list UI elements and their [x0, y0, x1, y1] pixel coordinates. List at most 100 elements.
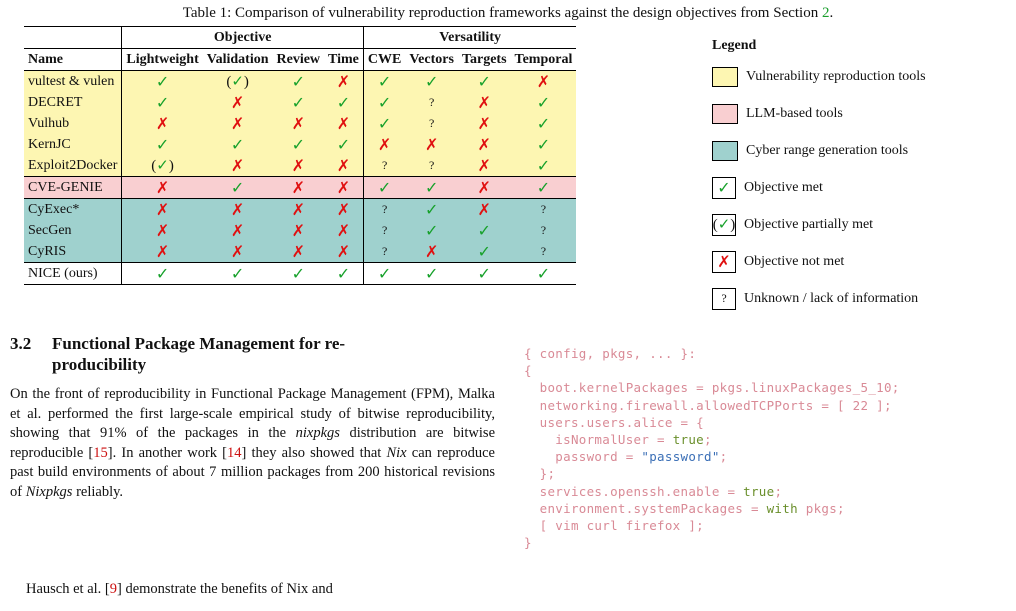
col-header-review: Review [272, 48, 325, 71]
table-cell: ✗ [510, 70, 577, 92]
table-cell: ✓ [405, 198, 458, 220]
cross-icon: ✗ [336, 155, 351, 175]
check-icon: ✓ [230, 263, 245, 283]
legend-swatch [712, 103, 738, 124]
table-cell: ✗ [272, 176, 325, 199]
cross-icon: ✗ [477, 92, 491, 112]
table-cell: ✗ [457, 176, 511, 199]
table-row: Exploit2Docker (✓) ✗ ✗ ✗?? ✗ ✓ [24, 155, 577, 177]
table-cell: ✗ [272, 155, 325, 177]
section-number: 3.2 [10, 334, 32, 353]
table-cell: (✓) [121, 155, 203, 177]
legend-item: Cyber range generation tools [712, 138, 926, 163]
table-row: KernJC ✓ ✓ ✓ ✓ ✗ ✗ ✗ ✓ [24, 134, 577, 155]
legend-label: Objective met [744, 179, 823, 195]
table-cell: ✗ [324, 220, 364, 241]
table-cell: ✗ [363, 134, 406, 155]
table-cell: ✗ [202, 113, 273, 134]
cross-icon: ✗ [291, 199, 305, 219]
legend-label: Unknown / lack of information [744, 290, 919, 306]
table-cell: ✗ [324, 198, 364, 220]
table-cell: ✓ [510, 155, 577, 177]
legend-label: Vulnerability reproduction tools [746, 68, 926, 84]
check-icon: ✓ [477, 263, 491, 283]
check-icon: ✓ [717, 178, 731, 197]
cross-icon: ✗ [230, 241, 245, 261]
unknown-icon: ? [540, 201, 547, 216]
cross-icon: ✗ [477, 155, 491, 175]
table-cell: ✗ [272, 241, 325, 263]
paragraph-hausch: Hausch et al. [9] demonstrate the benefi… [10, 580, 495, 600]
cross-icon: ✗ [377, 134, 392, 154]
table-cell: ? [363, 198, 406, 220]
cross-icon: ✗ [336, 241, 351, 261]
table-cell: ✗ [457, 155, 511, 177]
para-text: ] they also showed that [241, 444, 387, 461]
check-icon: ✓ [377, 92, 392, 112]
table-cell: ✓ [405, 262, 458, 285]
table-cell: ✓ [510, 113, 577, 134]
table-cell: ? [510, 220, 577, 241]
para-italic-nixpkgs: Nixpkgs [25, 483, 73, 500]
cross-icon: ✗ [336, 220, 351, 240]
citation-link[interactable]: 15 [93, 445, 108, 461]
citation-link[interactable]: 14 [227, 445, 242, 461]
check-icon: ✓ [477, 71, 491, 91]
row-name: vultest & vulen [24, 70, 123, 92]
table-cell: ✓ [363, 70, 406, 92]
table-body: vultest & vulen ✓ (✓) ✓ ✗ ✓ ✓ ✓ ✗ DECRET ✓ ✗ ✓ ✓ ✓? ✗ ✓ V… [24, 70, 577, 285]
table-cell: ? [405, 155, 458, 177]
table-cell: ✗ [202, 220, 273, 241]
legend-item: ✗ Objective not met [712, 249, 926, 274]
table-row: DECRET ✓ ✗ ✓ ✓ ✓? ✗ ✓ [24, 92, 577, 113]
table-cell: ? [363, 155, 406, 177]
table-cell: ✓ [457, 241, 511, 263]
legend-item: (✓) Objective partially met [712, 212, 926, 237]
table-cell: ✗ [457, 92, 511, 113]
check-icon: ✓ [377, 113, 392, 133]
table-cell: ✗ [457, 198, 511, 220]
check-icon: ✓ [536, 113, 551, 133]
unknown-icon: ? [428, 94, 435, 109]
table-row: vultest & vulen ✓ (✓) ✓ ✗ ✓ ✓ ✓ ✗ [24, 70, 577, 92]
col-header-targets: Targets [457, 48, 511, 71]
nix-code-listing: { config, pkgs, ... }: { boot.kernelPacka… [524, 345, 900, 551]
group-header-objective: Objective [121, 26, 364, 49]
table-cell: ✓ [457, 262, 511, 285]
unknown-icon: ? [540, 222, 547, 237]
cross-icon: ✗ [230, 92, 245, 112]
table-cell: ✓ [363, 92, 406, 113]
cross-icon: ✗ [477, 177, 491, 197]
check-icon: ✓ [536, 177, 551, 197]
legend-swatch [712, 140, 738, 161]
table-caption: Table 1: Comparison of vulnerability rep… [0, 4, 1016, 22]
legend-swatch [712, 66, 738, 87]
section-title-line1: Functional Package Management for re- [52, 334, 346, 353]
section-heading: 3.2 Functional Package Management for re-… [10, 333, 495, 375]
code-line: boot.kernelPackages = pkgs.linuxPackages… [524, 380, 900, 396]
cross-icon: ✗ [717, 252, 731, 271]
cross-icon: ✗ [336, 199, 351, 219]
table-cell: ✓ [121, 92, 203, 113]
table-cell: ✗ [324, 70, 364, 92]
cross-icon: ✗ [155, 177, 170, 197]
table-cell: ✓ [405, 220, 458, 241]
unknown-icon: ? [540, 243, 547, 258]
code-line: } [524, 535, 532, 551]
check-icon: ✓ [424, 263, 439, 283]
table-cell: ✗ [121, 220, 203, 241]
table-cell: ? [363, 220, 406, 241]
citation-link[interactable]: 9 [110, 581, 117, 597]
check-icon: ✓ [377, 263, 392, 283]
cross-icon: ✗ [477, 199, 491, 219]
cross-icon: ✗ [291, 177, 305, 197]
table-cell: ✓ [363, 176, 406, 199]
legend-symbol-box: ✓ [712, 176, 736, 199]
unknown-icon: ? [381, 222, 388, 237]
table-cell: ✓ [363, 113, 406, 134]
table-cell: ✗ [272, 113, 325, 134]
check-icon: ✓ [291, 134, 305, 154]
col-header-name: Name [24, 48, 123, 71]
paragraph-fpm: On the front of reproducibility in Funct… [10, 385, 495, 502]
cross-icon: ✗ [230, 155, 245, 175]
